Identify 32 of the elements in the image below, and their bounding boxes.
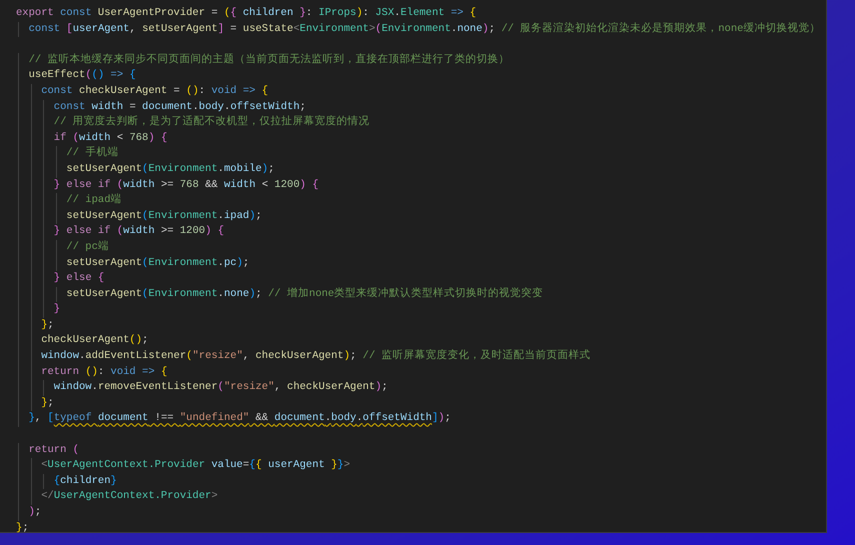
code-line: const checkUserAgent = (): void => { <box>16 84 826 100</box>
code-line: const [userAgent, setUserAgent] = useState<Environment>(Environment.none); // 服务器渲染初始化渲染未必是预期效果，none缓冲切换视觉） <box>16 22 826 38</box>
code-line: window.removeEventListener("resize", checkUserAgent); <box>16 380 826 396</box>
code-line: return ( <box>16 442 826 458</box>
code-line: // ipad端 <box>16 193 826 209</box>
code-line: } else if (width >= 768 && width < 1200) { <box>16 178 826 194</box>
code-line: // 监听本地缓存来同步不同页面间的主题（当前页面无法监听到，直接在顶部栏进行了类的切换） <box>16 52 826 68</box>
code-line: setUserAgent(Environment.none); // 增加none类型来缓冲默认类型样式切换时的视觉突变 <box>16 286 826 302</box>
code-line: } else { <box>16 271 826 287</box>
code-line: </UserAgentContext.Provider> <box>16 489 826 505</box>
code-line: // 手机端 <box>16 146 826 162</box>
code-line: setUserAgent(Environment.ipad); <box>16 208 826 224</box>
code-line: const width = document.body.offsetWidth; <box>16 100 826 116</box>
code-line: }; <box>16 520 30 536</box>
code-line: if (width < 768) { <box>16 130 826 146</box>
code-line: useEffect(() => { <box>16 68 826 84</box>
code-line: return (): void => { <box>16 364 826 380</box>
code-line: }, [typeof document !== "undefined" && document.body.offsetWidth]); <box>16 411 826 428</box>
code-line: } else if (width >= 1200) { <box>16 224 826 240</box>
code-line: window.addEventListener("resize", checkUserAgent); // 监听屏幕宽度变化，及时适配当前页面样式 <box>16 349 826 365</box>
code-line: // pc端 <box>16 240 826 256</box>
code-line: setUserAgent(Environment.mobile); <box>16 162 826 178</box>
code-line: ); <box>16 505 826 521</box>
code-line: {children} <box>16 474 826 490</box>
code-line: export const UserAgentProvider = ({ children }: IProps): JSX.Element => { <box>16 6 478 21</box>
code-line: setUserAgent(Environment.pc); <box>16 256 826 272</box>
code-line: <UserAgentContext.Provider value={{ userAgent }}> <box>16 458 826 474</box>
code-line: } <box>16 302 826 318</box>
code-line: }; <box>16 318 826 334</box>
code-line: checkUserAgent(); <box>16 333 826 350</box>
code-line: }; <box>16 396 826 412</box>
code-line: // 用宽度去判断，是为了适配不改机型，仅拉扯屏幕宽度的情况 <box>16 115 826 131</box>
